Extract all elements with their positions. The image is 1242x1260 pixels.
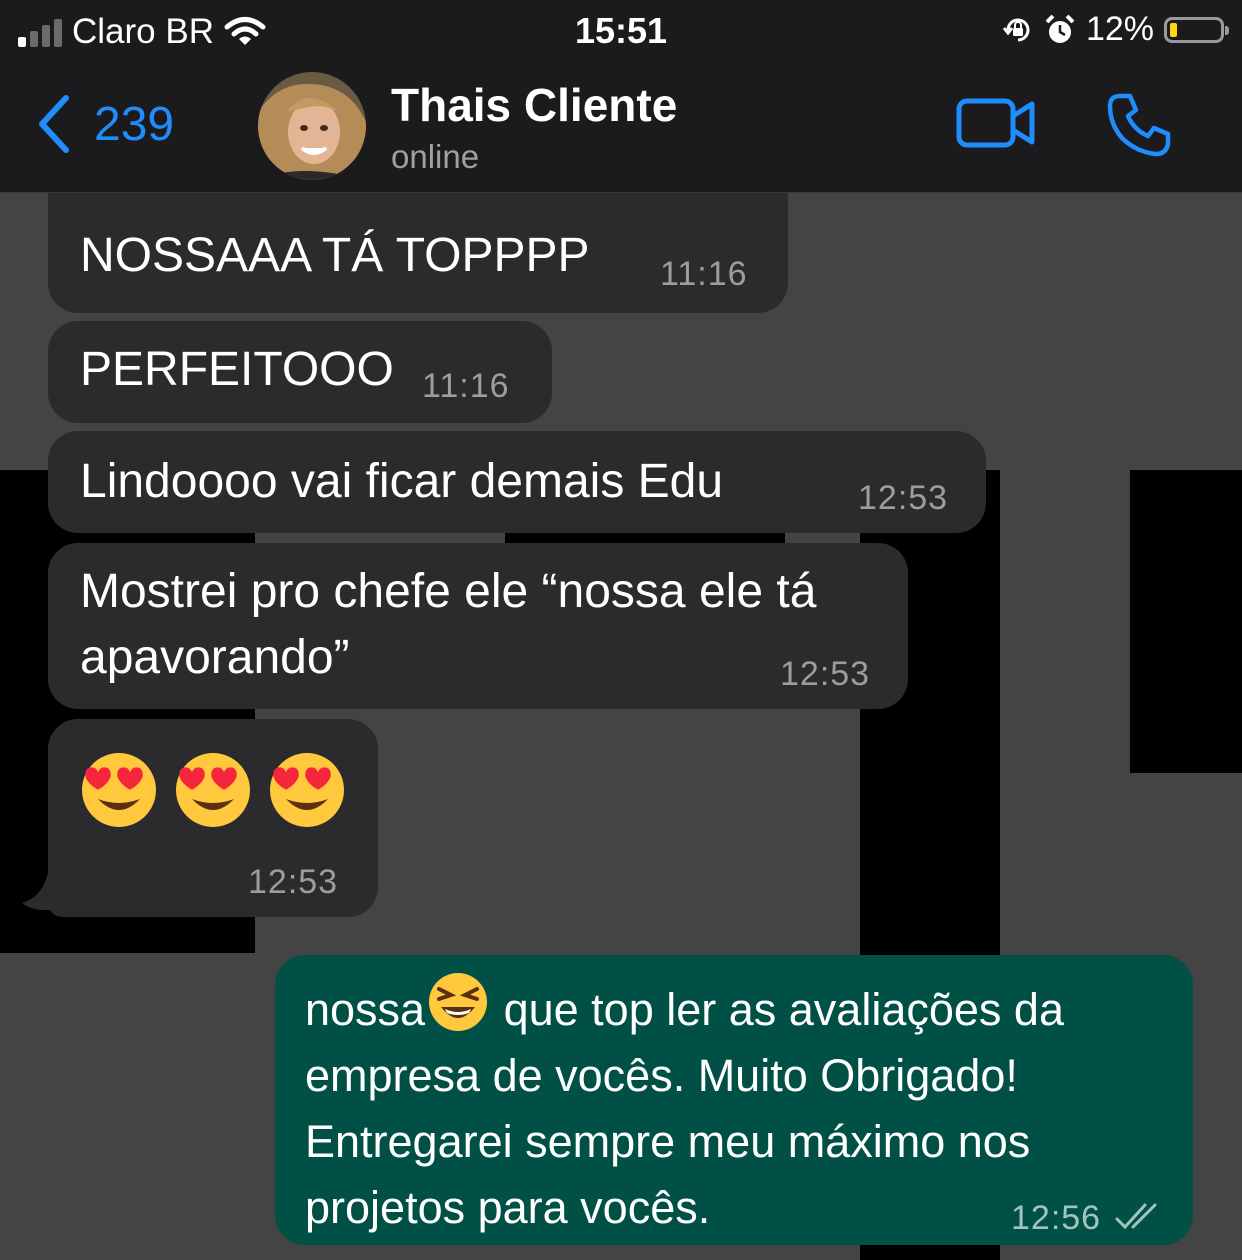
message-time: 11:16 — [422, 367, 510, 405]
battery-percent: 12% — [1085, 10, 1154, 48]
rotation-lock-icon — [1002, 18, 1030, 41]
message-time: 11:16 — [660, 255, 748, 293]
message-bubble[interactable]: Mostrei pro chefe ele “nossa ele tá apav… — [48, 543, 908, 709]
wallpaper — [0, 953, 255, 1260]
chevron-left-icon — [39, 95, 69, 153]
emoji-message — [80, 751, 346, 829]
alarm-icon — [1045, 14, 1075, 43]
message-text: PERFEITOOO — [80, 343, 394, 396]
grinning-squinting-emoji-icon — [429, 973, 488, 1031]
chat-area[interactable]: NOSSAAA TÁ TOPPPP 11:16 PERFEITOOO 11:16… — [0, 193, 1242, 1260]
chat-header: 239 Thais Cliente online — [0, 64, 1242, 193]
message-time: 12:53 — [248, 863, 339, 901]
contact-name[interactable]: Thais Cliente — [391, 78, 677, 132]
message-bubble[interactable]: PERFEITOOO 11:16 — [48, 321, 552, 423]
message-time: 12:53 — [780, 655, 871, 693]
message-bubble[interactable]: NOSSAAA TÁ TOPPPP 11:16 — [48, 193, 788, 313]
message-time: 12:56 — [1011, 1199, 1102, 1237]
heart-eyes-emoji-icon — [176, 753, 250, 827]
avatar[interactable] — [258, 72, 366, 180]
heart-eyes-emoji-icon — [270, 753, 344, 827]
message-bubble[interactable]: 12:53 — [48, 719, 378, 917]
video-call-button[interactable] — [956, 96, 1036, 155]
voice-call-button[interactable] — [1106, 92, 1172, 163]
battery-icon — [1164, 16, 1229, 43]
message-text-start: nossa — [305, 984, 426, 1035]
message-time: 12:53 — [858, 479, 949, 517]
unread-count: 239 — [94, 97, 175, 151]
status-bar-right: 12% — [1002, 10, 1229, 49]
status-bar: Claro BR 15:51 12% — [0, 0, 1242, 64]
message-text: NOSSAAA TÁ TOPPPP — [80, 229, 590, 282]
message-text: Lindoooo vai ficar demais Edu — [80, 455, 724, 508]
message-text: Mostrei pro chefe ele “nossa ele tá apav… — [80, 565, 817, 684]
phone-icon — [1107, 93, 1171, 157]
message-bubble[interactable]: Lindoooo vai ficar demais Edu 12:53 — [48, 431, 986, 533]
contact-status: online — [391, 138, 480, 175]
bubble-tail — [22, 873, 60, 911]
back-button[interactable]: 239 — [36, 94, 174, 154]
heart-eyes-emoji-icon — [82, 753, 156, 827]
double-check-read-icon — [1115, 1203, 1157, 1230]
message-bubble-outgoing[interactable]: nossa que top ler as avaliações da empre… — [275, 955, 1193, 1245]
video-camera-icon — [956, 98, 1035, 148]
wallpaper — [240, 1133, 280, 1260]
